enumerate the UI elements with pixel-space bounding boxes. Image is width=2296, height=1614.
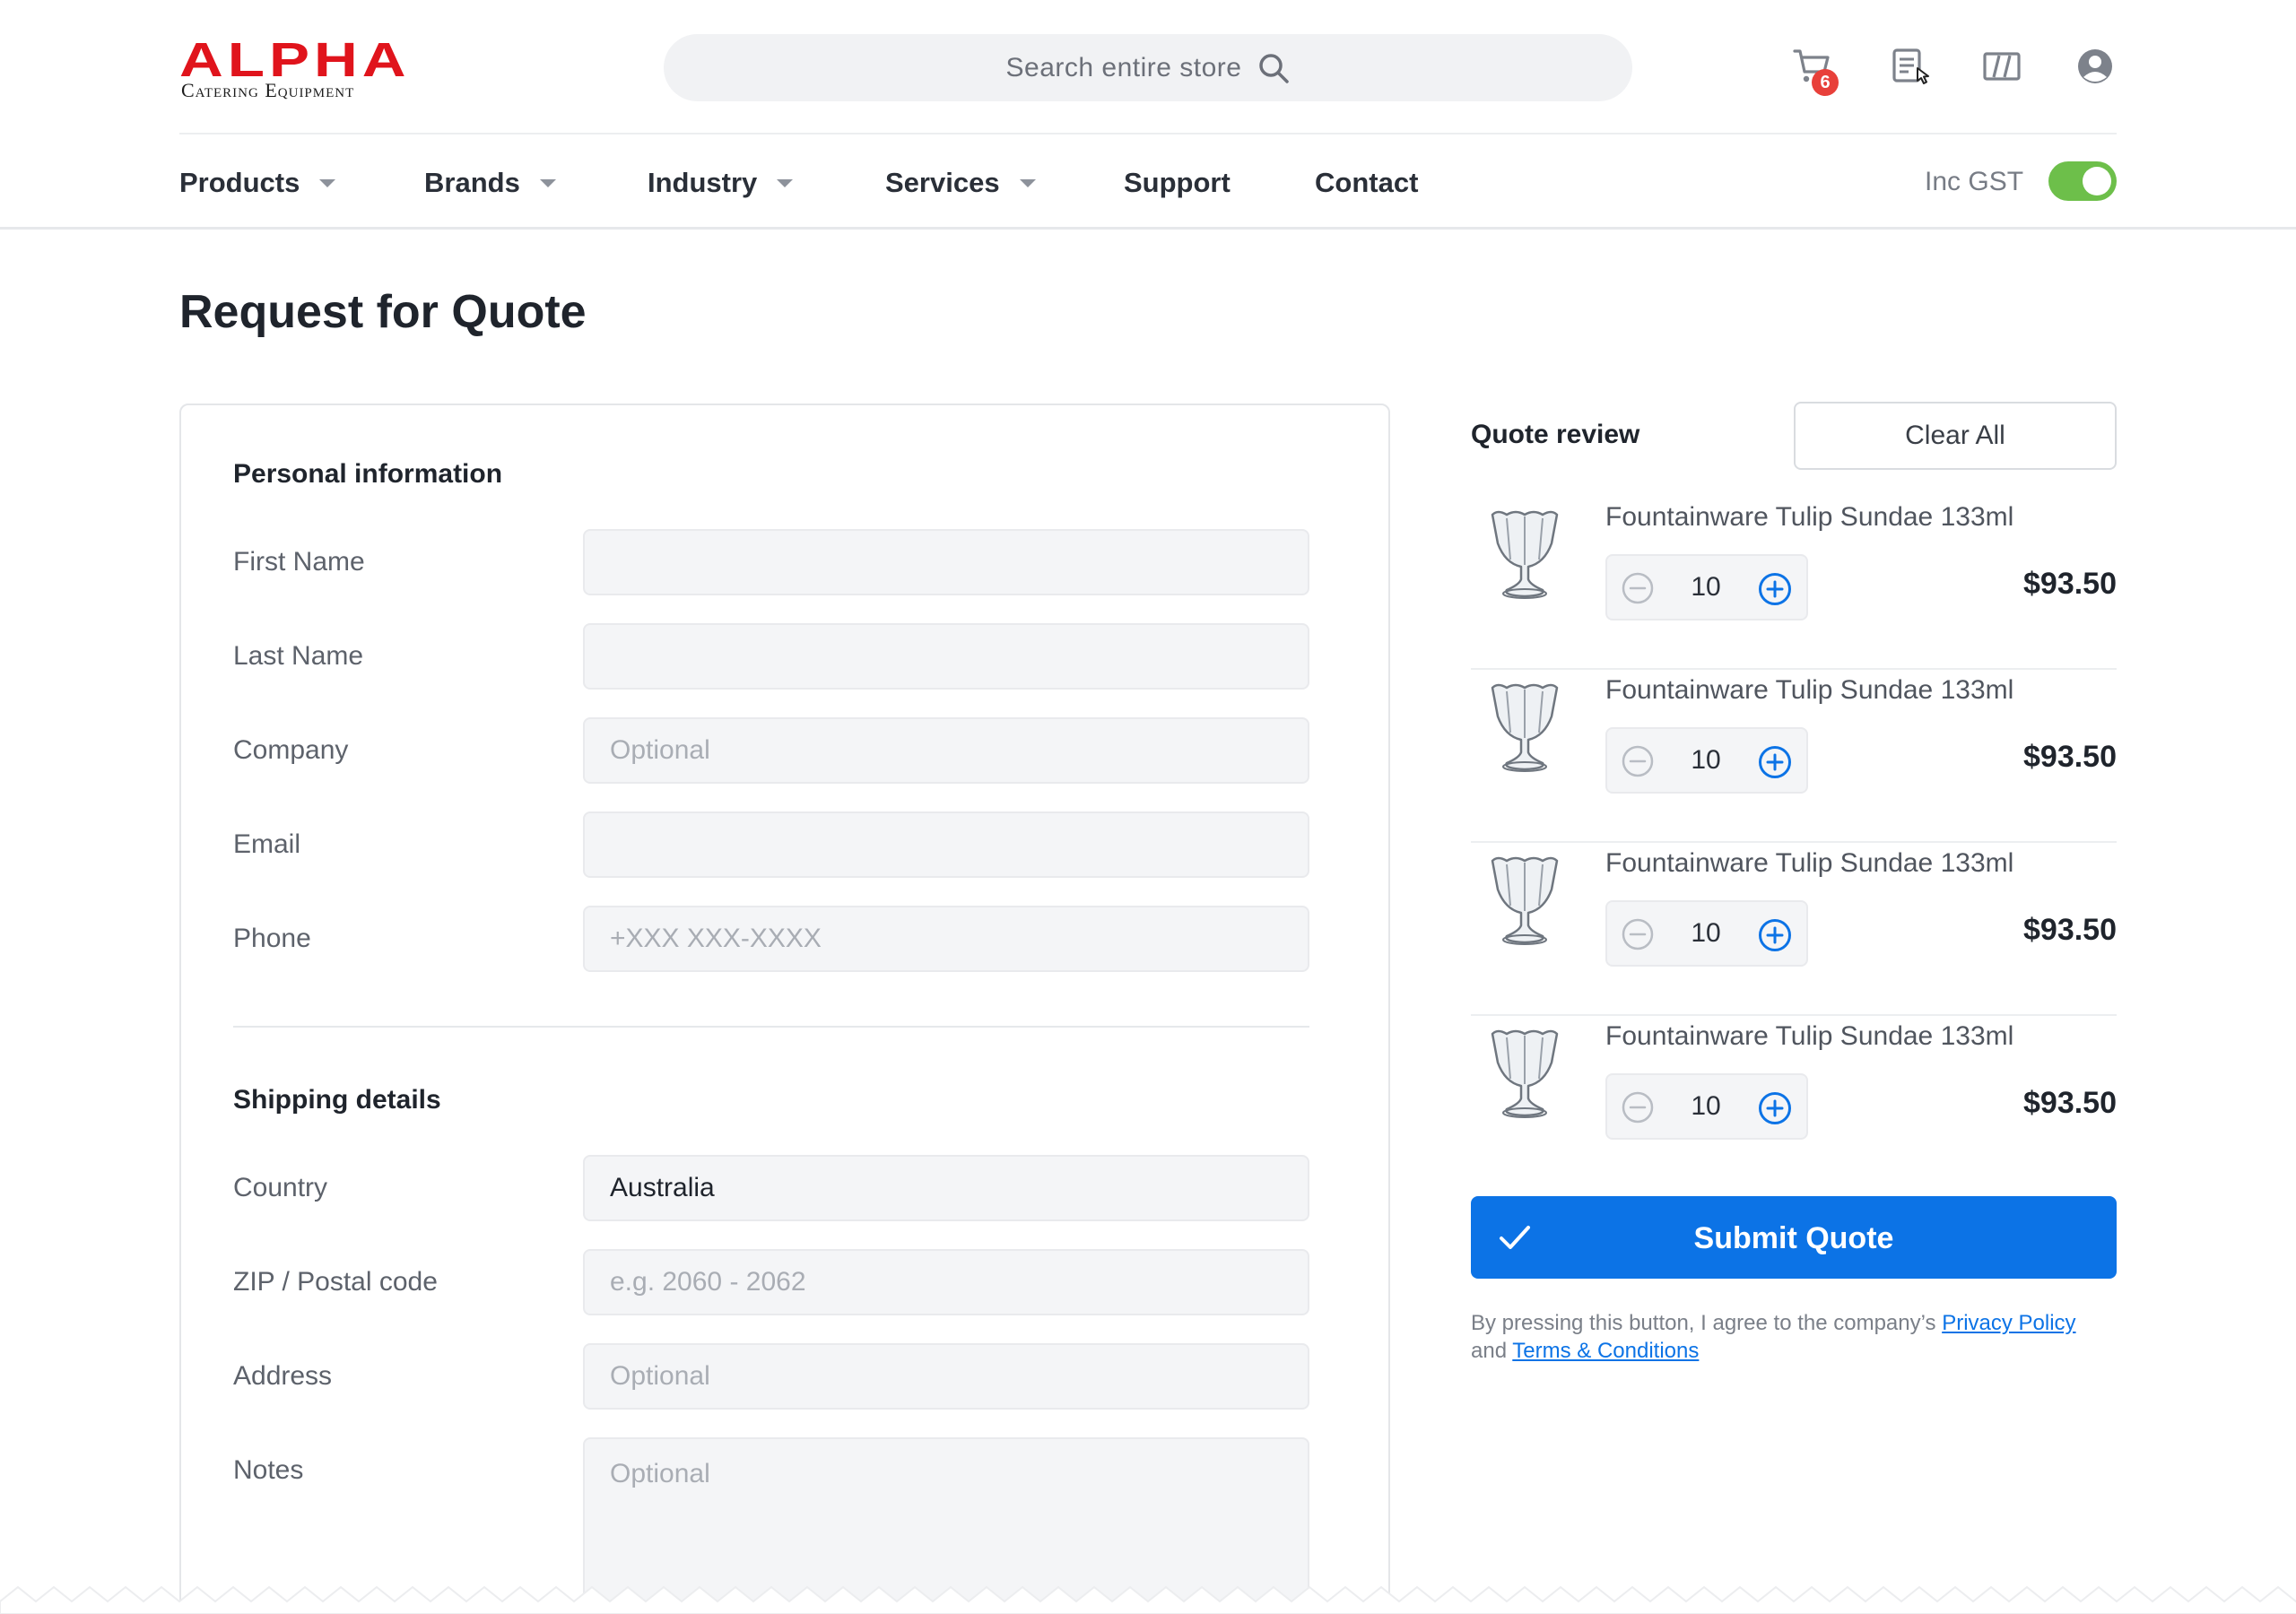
item-price: $93.50: [2023, 913, 2117, 947]
product-image[interactable]: [1480, 854, 1570, 952]
terms-notice: By pressing this button, I agree to the …: [1471, 1309, 2099, 1365]
quote-form: Personal information First Name Last Nam…: [179, 404, 1390, 1614]
nav-products[interactable]: Products: [179, 167, 424, 199]
search-input[interactable]: Search entire store: [1006, 53, 1242, 83]
chevron-down-icon: [1019, 178, 1036, 187]
quote-review-heading: Quote review: [1471, 420, 1640, 449]
product-name[interactable]: Fountainware Tulip Sundae 133ml: [1605, 675, 2013, 706]
item-price: $93.50: [2023, 1086, 2117, 1120]
country-field[interactable]: [583, 1155, 1309, 1221]
gst-label: Inc GST: [1925, 167, 2024, 196]
search-bar[interactable]: Search entire store: [664, 34, 1632, 101]
minus-icon[interactable]: [1622, 745, 1654, 777]
quantity-stepper: 10: [1605, 900, 1808, 967]
logo[interactable]: ALPHA Catering Equipment: [179, 36, 416, 102]
minus-icon[interactable]: [1622, 572, 1654, 604]
chevron-down-icon: [319, 178, 336, 187]
product-image[interactable]: [1480, 1027, 1570, 1125]
product-image[interactable]: [1480, 508, 1570, 606]
product-image[interactable]: [1480, 681, 1570, 779]
search-icon[interactable]: [1257, 52, 1290, 84]
address-field[interactable]: [583, 1343, 1309, 1410]
quantity-stepper: 10: [1605, 554, 1808, 620]
cart-count-badge: 6: [1812, 69, 1839, 96]
email-label: Email: [233, 829, 301, 859]
nav-industry[interactable]: Industry: [648, 167, 885, 199]
chevron-down-icon: [539, 178, 556, 187]
zip-label: ZIP / Postal code: [233, 1267, 438, 1297]
first-name-field[interactable]: [583, 529, 1309, 595]
submit-label: Submit Quote: [1693, 1221, 1894, 1255]
quantity-value[interactable]: 10: [1661, 918, 1751, 949]
minus-icon[interactable]: [1622, 1091, 1654, 1124]
quantity-value[interactable]: 10: [1661, 1091, 1751, 1122]
nav-brands[interactable]: Brands: [424, 167, 648, 199]
compare-icon[interactable]: [1982, 47, 2022, 86]
nav-label: Products: [179, 167, 300, 198]
quantity-value[interactable]: 10: [1661, 572, 1751, 603]
personal-info-heading: Personal information: [233, 459, 503, 489]
gst-toggle[interactable]: [2048, 161, 2117, 201]
chevron-down-icon: [777, 178, 794, 187]
last-name-field[interactable]: [583, 623, 1309, 690]
plus-icon[interactable]: [1758, 918, 1792, 952]
product-name[interactable]: Fountainware Tulip Sundae 133ml: [1605, 502, 2013, 533]
nav-support[interactable]: Support: [1124, 167, 1315, 199]
email-field[interactable]: [583, 811, 1309, 878]
phone-field[interactable]: [583, 906, 1309, 972]
quote-item: Fountainware Tulip Sundae 133ml 10 $93.50: [1471, 670, 2117, 843]
last-name-label: Last Name: [233, 641, 364, 671]
phone-label: Phone: [233, 924, 311, 953]
page-title: Request for Quote: [179, 286, 587, 338]
plus-icon[interactable]: [1758, 572, 1792, 606]
quote-item: Fountainware Tulip Sundae 133ml 10 $93.50: [1471, 843, 2117, 1016]
torn-edge-decoration: [0, 1585, 2296, 1614]
product-name[interactable]: Fountainware Tulip Sundae 133ml: [1605, 1021, 2013, 1052]
terms-prefix: By pressing this button, I agree to the …: [1471, 1311, 1943, 1335]
product-name[interactable]: Fountainware Tulip Sundae 133ml: [1605, 848, 2013, 879]
plus-icon[interactable]: [1758, 1091, 1792, 1125]
header-divider: [179, 133, 2117, 134]
clear-all-button[interactable]: Clear All: [1794, 402, 2117, 470]
nav-label: Support: [1124, 167, 1231, 198]
logo-subtitle: Catering Equipment: [181, 79, 355, 101]
quantity-stepper: 10: [1605, 727, 1808, 794]
account-icon[interactable]: [2075, 47, 2115, 86]
terms-conditions-link[interactable]: Terms & Conditions: [1512, 1339, 1699, 1363]
nav-label: Industry: [648, 167, 758, 198]
nav-label: Brands: [424, 167, 520, 198]
quantity-stepper: 10: [1605, 1073, 1808, 1140]
quote-item: Fountainware Tulip Sundae 133ml 10 $93.50: [1471, 1016, 2117, 1189]
nav-label: Contact: [1315, 167, 1419, 198]
form-section-divider: [233, 1026, 1309, 1028]
toggle-knob: [2083, 167, 2111, 195]
minus-icon[interactable]: [1622, 918, 1654, 950]
first-name-label: First Name: [233, 547, 365, 577]
country-label: Country: [233, 1173, 328, 1202]
quantity-value[interactable]: 10: [1661, 745, 1751, 776]
plus-icon[interactable]: [1758, 745, 1792, 779]
nav-services[interactable]: Services: [885, 167, 1124, 199]
quote-item: Fountainware Tulip Sundae 133ml 10 $93.50: [1471, 497, 2117, 670]
quote-list-icon[interactable]: [1891, 47, 1930, 86]
privacy-policy-link[interactable]: Privacy Policy: [1942, 1311, 2075, 1335]
logo-title: ALPHA: [179, 33, 411, 87]
nav-contact[interactable]: Contact: [1315, 167, 1418, 199]
submit-quote-button[interactable]: Submit Quote: [1471, 1196, 2117, 1279]
address-label: Address: [233, 1361, 333, 1391]
notes-label: Notes: [233, 1455, 304, 1485]
shipping-heading: Shipping details: [233, 1085, 441, 1115]
company-label: Company: [233, 735, 349, 765]
item-price: $93.50: [2023, 567, 2117, 601]
terms-and: and: [1471, 1339, 1513, 1363]
company-field[interactable]: [583, 717, 1309, 784]
zip-field[interactable]: [583, 1249, 1309, 1315]
site-header: ALPHA Catering Equipment Search entire s…: [0, 0, 2296, 230]
item-price: $93.50: [2023, 740, 2117, 774]
main-nav: Products Brands Industry Services Suppor…: [179, 158, 1418, 208]
nav-label: Services: [885, 167, 1000, 198]
